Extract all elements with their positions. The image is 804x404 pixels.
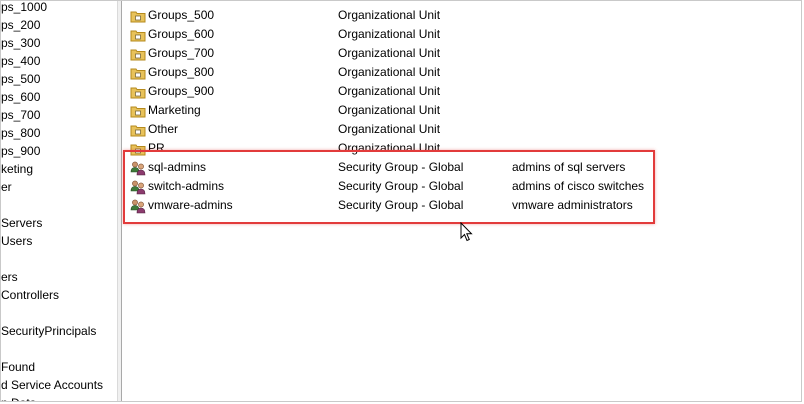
tree-item[interactable]: ps_500 <box>1 70 40 88</box>
tree-item[interactable]: ps_400 <box>1 52 40 70</box>
ou-folder-icon <box>130 8 146 24</box>
tree-item[interactable]: d Service Accounts <box>1 376 103 394</box>
tree-item[interactable]: er <box>1 178 12 196</box>
list-item[interactable]: Marketing Organizational Unit <box>122 101 801 120</box>
item-type: Organizational Unit <box>338 46 441 60</box>
item-type: Organizational Unit <box>338 103 441 117</box>
list-item[interactable]: Groups_700 Organizational Unit <box>122 44 801 63</box>
tree-item[interactable]: ers <box>1 268 18 286</box>
tree-item[interactable]: ps_900 <box>1 142 40 160</box>
item-type: Organizational Unit <box>338 84 441 98</box>
tree-item[interactable]: ps_200 <box>1 16 40 34</box>
mouse-cursor-icon <box>460 222 473 242</box>
tree-item[interactable]: ps_300 <box>1 34 40 52</box>
ou-folder-icon <box>130 46 146 62</box>
item-name: Other <box>148 122 179 136</box>
tree-item[interactable]: SecurityPrincipals <box>1 322 96 340</box>
item-name: Groups_600 <box>148 27 215 41</box>
item-type: Organizational Unit <box>338 65 441 79</box>
item-name: Groups_700 <box>148 46 215 60</box>
tree-item[interactable]: keting <box>1 160 33 178</box>
ou-folder-icon <box>130 122 146 138</box>
tree-item[interactable]: n Data <box>1 394 36 401</box>
item-type: Organizational Unit <box>338 8 441 22</box>
list-item[interactable]: Other Organizational Unit <box>122 120 801 139</box>
list-item[interactable]: Groups_800 Organizational Unit <box>122 63 801 82</box>
tree-item[interactable]: Controllers <box>1 286 59 304</box>
item-name: Marketing <box>148 103 201 117</box>
tree-item[interactable]: Servers <box>1 214 42 232</box>
ou-folder-icon <box>130 103 146 119</box>
item-name: Groups_900 <box>148 84 215 98</box>
list-item[interactable]: Groups_900 Organizational Unit <box>122 82 801 101</box>
ou-folder-icon <box>130 65 146 81</box>
ou-folder-icon <box>130 27 146 43</box>
item-name: Groups_500 <box>148 8 215 22</box>
list-item[interactable]: Groups_500 Organizational Unit <box>122 6 801 25</box>
item-name: Groups_800 <box>148 65 215 79</box>
item-type: Organizational Unit <box>338 27 441 41</box>
tree-item[interactable]: ps_800 <box>1 124 40 142</box>
ou-folder-icon <box>130 84 146 100</box>
annotation-highlight-box <box>123 150 655 224</box>
tree-item[interactable]: ps_600 <box>1 88 40 106</box>
navigation-tree[interactable]: ps_1000 ps_200 ps_300 ps_400 ps_500 ps_600 ps_… <box>1 1 117 401</box>
tree-item[interactable]: ps_700 <box>1 106 40 124</box>
tree-item[interactable]: Found <box>1 358 35 376</box>
tree-item[interactable]: Users <box>1 232 32 250</box>
tree-item[interactable]: ps_1000 <box>1 1 47 16</box>
item-type: Organizational Unit <box>338 122 441 136</box>
list-item[interactable]: Groups_600 Organizational Unit <box>122 25 801 44</box>
